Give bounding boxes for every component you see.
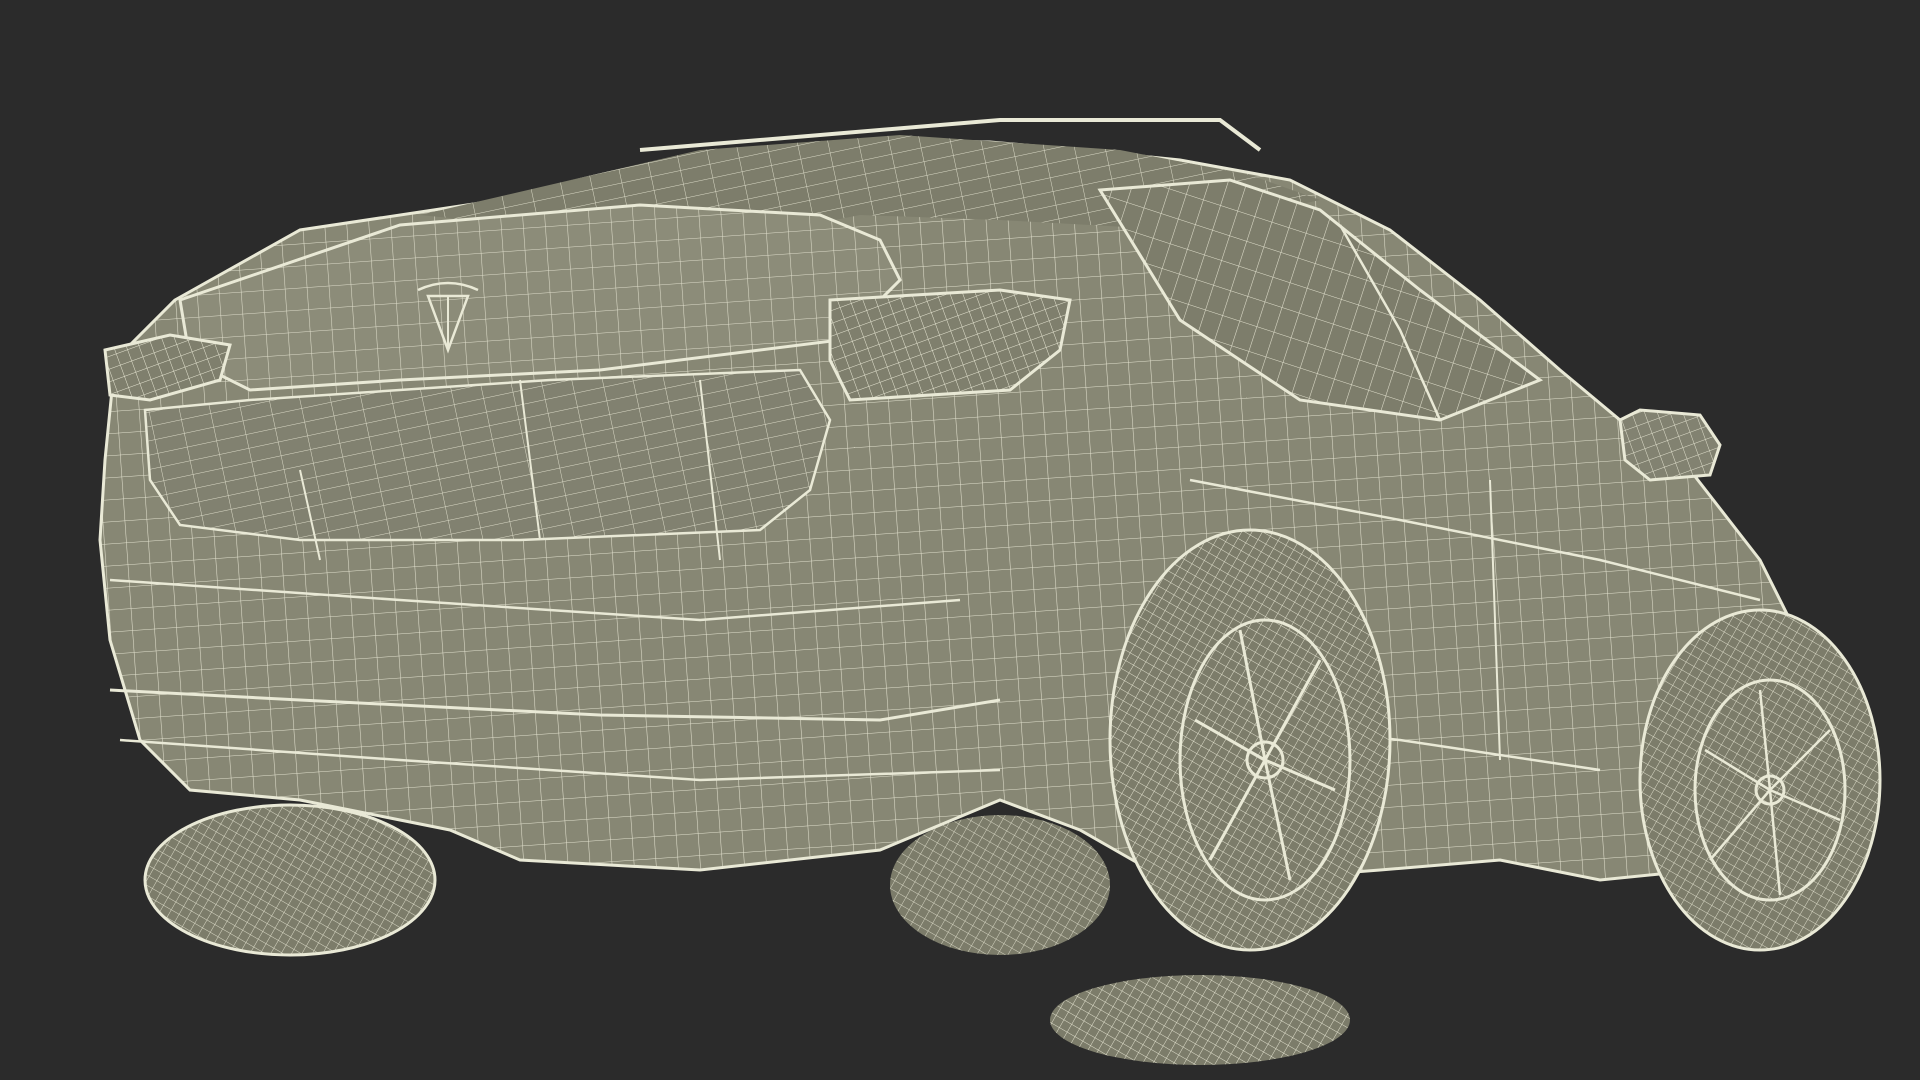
front-left-wheel [1638,608,1882,952]
wireframe-scene [98,118,1882,1065]
car-body [98,118,1822,882]
rear-center-tire [890,815,1110,955]
side-mirror [1618,408,1722,482]
rear-right-wheel [143,803,437,957]
